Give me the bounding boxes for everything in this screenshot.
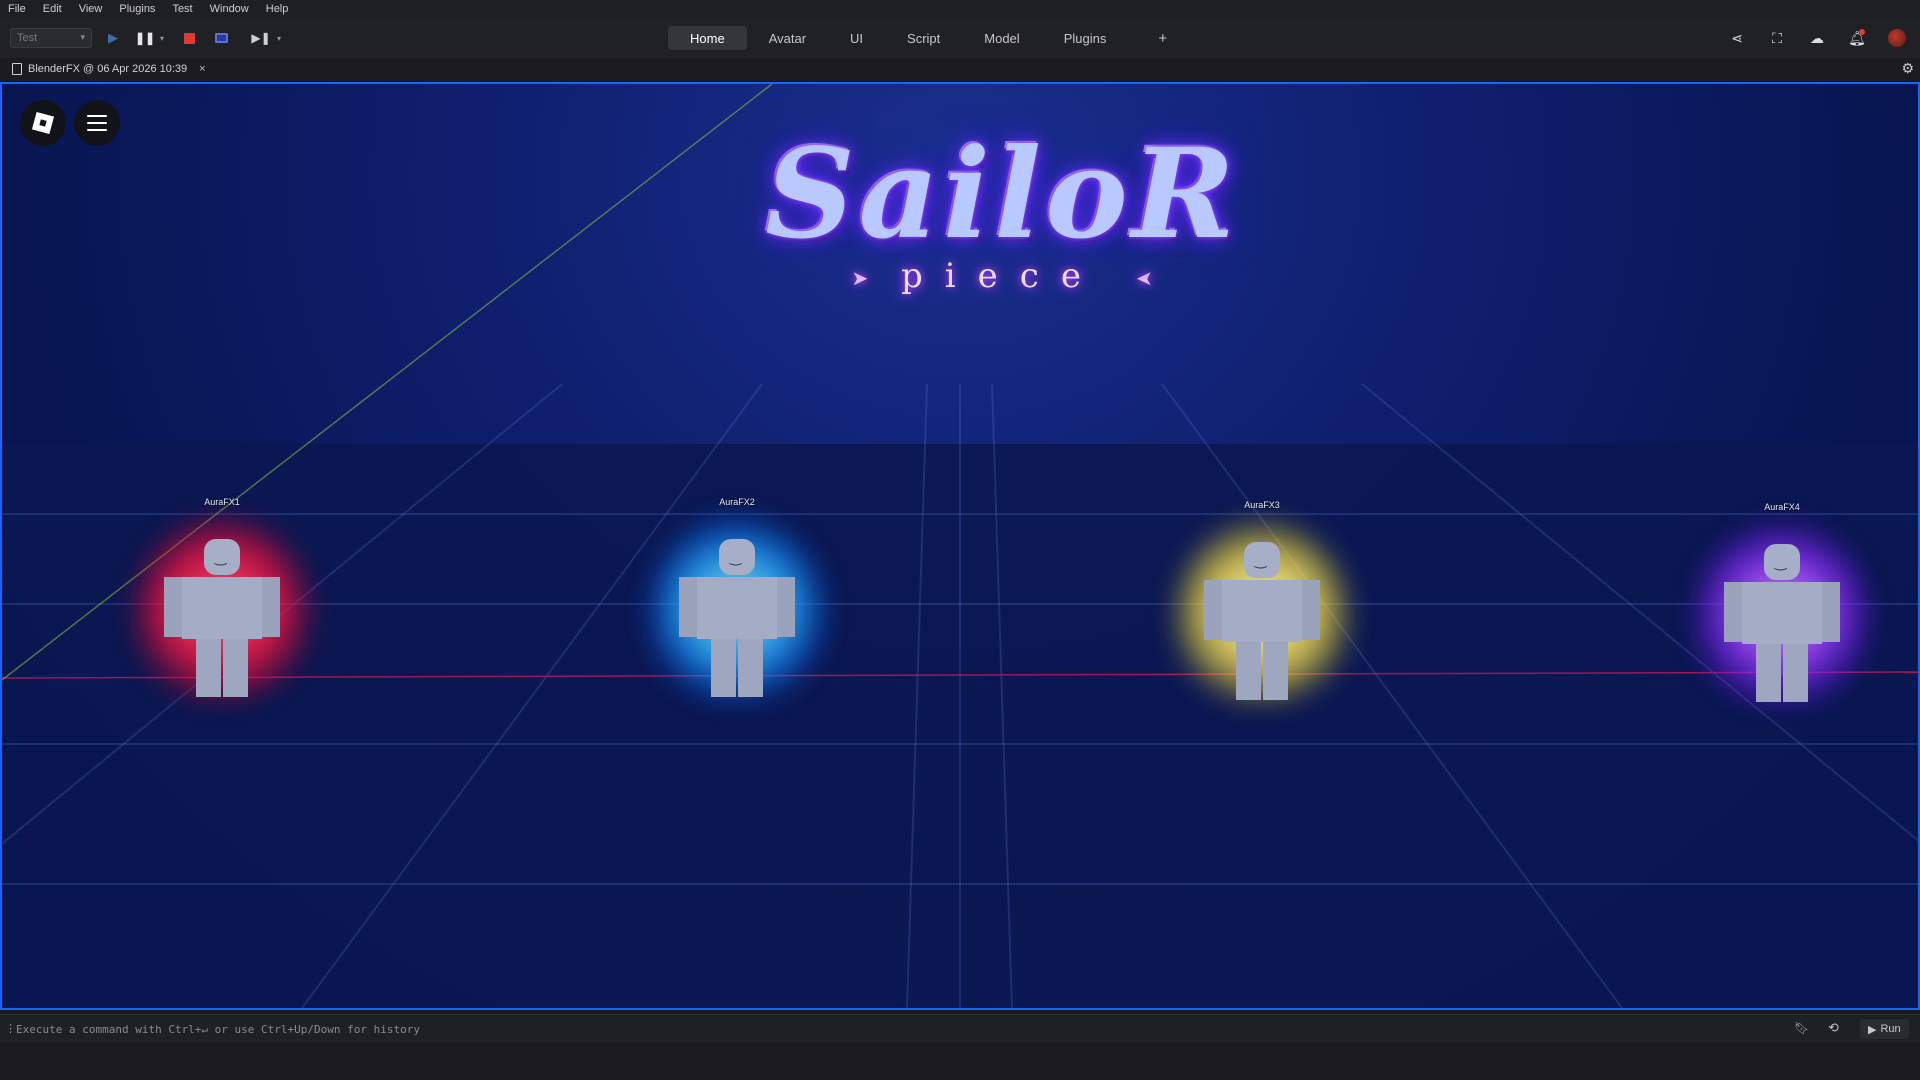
character-aurafx1[interactable]: AuraFX1 xyxy=(132,479,312,709)
bookmark-icon[interactable]: 🔖︎ xyxy=(1794,1021,1809,1035)
run-button[interactable]: ▶ Run xyxy=(1860,1019,1909,1039)
character-aurafx3[interactable]: AuraFX3 xyxy=(1172,482,1352,712)
tab-avatar[interactable]: Avatar xyxy=(747,26,828,50)
run-label: Run xyxy=(1880,1023,1901,1035)
avatar-figure xyxy=(1204,542,1320,700)
share-icon[interactable]: ⋖ xyxy=(1728,29,1746,47)
gear-icon[interactable]: ⚙ xyxy=(1901,60,1914,77)
game-viewport[interactable]: SailoR ➤ piece ➤ AuraFX1 AuraFX2 AuraFX3… xyxy=(0,82,1920,1010)
menu-window[interactable]: Window xyxy=(210,3,249,15)
roblox-icon xyxy=(31,111,55,135)
step-icon[interactable]: ▶❚ xyxy=(251,28,270,48)
arrow-left-icon: ➤ xyxy=(1135,266,1153,290)
character-label: AuraFX1 xyxy=(204,497,240,507)
command-input[interactable] xyxy=(16,1019,1756,1039)
close-icon[interactable]: × xyxy=(199,63,205,75)
menu-file[interactable]: File xyxy=(8,3,26,15)
menu-edit[interactable]: Edit xyxy=(43,3,62,15)
document-tab[interactable]: BlenderFX @ 06 Apr 2026 10:39 × xyxy=(12,60,206,78)
character-label: AuraFX2 xyxy=(719,497,755,507)
chevron-down-icon[interactable]: ▾ xyxy=(157,28,167,48)
document-tab-bar: BlenderFX @ 06 Apr 2026 10:39 × ⚙ xyxy=(0,58,1920,80)
chevron-down-icon: ▾ xyxy=(80,32,85,42)
tab-ui[interactable]: UI xyxy=(828,26,885,50)
tab-plugins[interactable]: Plugins xyxy=(1042,26,1129,50)
history-icon[interactable]: ⟲ xyxy=(1828,1020,1839,1036)
logo-subtitle-text: piece xyxy=(901,256,1103,296)
menu-view[interactable]: View xyxy=(79,3,103,15)
character-aurafx2[interactable]: AuraFX2 xyxy=(647,479,827,709)
cloud-icon[interactable]: ☁ xyxy=(1808,29,1826,47)
roblox-logo-button[interactable] xyxy=(20,100,66,146)
character-label: AuraFX3 xyxy=(1244,500,1280,510)
play-icon[interactable]: ▶ xyxy=(104,28,122,48)
menu-help[interactable]: Help xyxy=(266,3,289,15)
test-mode-value: Test xyxy=(17,32,38,44)
toolbar-right-icons: ⋖ ⛶ ☁ 🔔︎ xyxy=(1728,28,1906,48)
play-icon: ▶ xyxy=(1868,1023,1877,1036)
hamburger-menu-button[interactable] xyxy=(74,100,120,146)
bell-icon[interactable]: 🔔︎ xyxy=(1848,29,1866,47)
menu-icon xyxy=(87,115,107,117)
collaborate-icon[interactable]: ⛶ xyxy=(1768,29,1786,47)
toolbar: Test ▾ ▶ ❚❚ ▾ ▶❚ ▾ Home Avatar UI Script… xyxy=(0,18,1920,58)
client-server-icon[interactable] xyxy=(212,28,230,48)
tab-home[interactable]: Home xyxy=(668,26,747,50)
character-aurafx4[interactable]: AuraFX4 xyxy=(1692,484,1872,714)
add-tab-button[interactable]: + xyxy=(1128,30,1167,47)
ribbon-tabs: Home Avatar UI Script Model Plugins + xyxy=(668,26,1167,50)
avatar-figure xyxy=(1724,544,1840,702)
menu-bar: File Edit View Plugins Test Window Help xyxy=(0,0,1920,18)
command-bar: ⋮ 🔖︎ ⟲ ▶ Run xyxy=(0,1014,1920,1042)
tab-script[interactable]: Script xyxy=(885,26,962,50)
menu-test[interactable]: Test xyxy=(172,3,192,15)
menu-plugins[interactable]: Plugins xyxy=(119,3,155,15)
character-label: AuraFX4 xyxy=(1764,502,1800,512)
tab-model[interactable]: Model xyxy=(962,26,1041,50)
avatar-figure xyxy=(164,539,280,697)
bottom-status-area xyxy=(0,1042,1920,1080)
chevron-down-icon[interactable]: ▾ xyxy=(274,28,284,48)
file-icon xyxy=(12,63,22,75)
test-mode-select[interactable]: Test ▾ xyxy=(10,28,92,48)
arrow-right-icon: ➤ xyxy=(851,266,869,290)
pause-icon[interactable]: ❚❚ xyxy=(135,28,155,48)
stop-icon[interactable] xyxy=(180,28,198,48)
avatar[interactable] xyxy=(1888,29,1906,47)
drag-handle-icon[interactable]: ⋮ xyxy=(5,1022,16,1035)
avatar-figure xyxy=(679,539,795,697)
game-logo: SailoR ➤ piece ➤ xyxy=(722,120,1282,320)
logo-title: SailoR xyxy=(765,122,1239,267)
document-tab-title: BlenderFX @ 06 Apr 2026 10:39 xyxy=(28,63,188,75)
